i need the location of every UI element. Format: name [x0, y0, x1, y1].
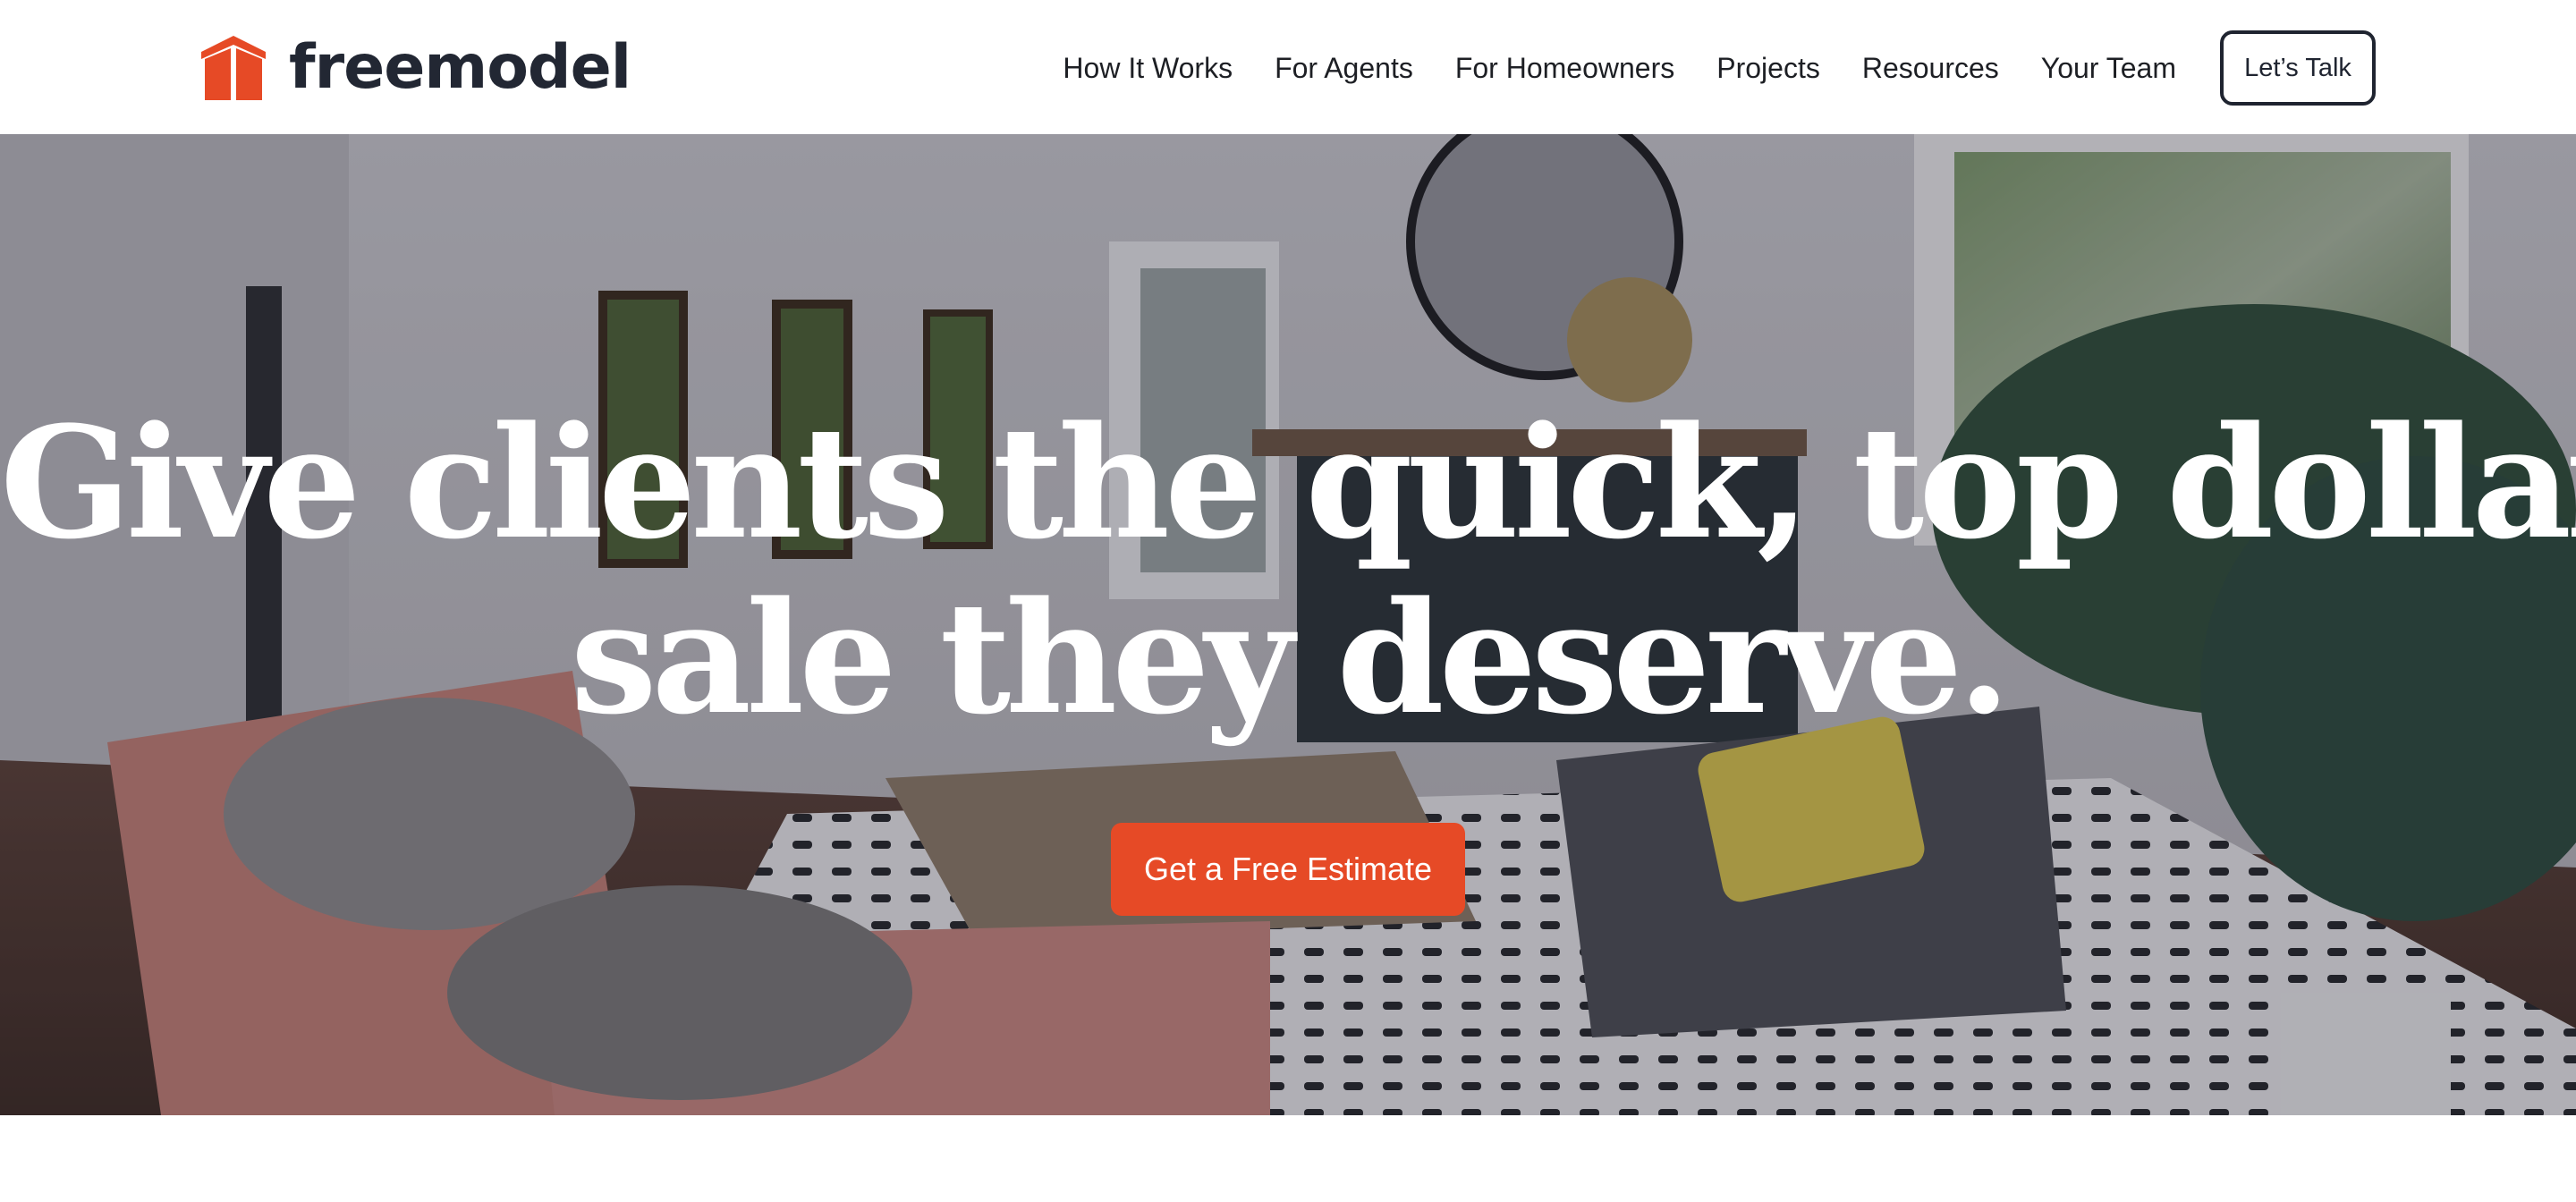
- nav-resources[interactable]: Resources: [1862, 52, 1999, 85]
- house-logo-icon: [201, 36, 266, 100]
- site-header: freemodel How It Works For Agents For Ho…: [0, 0, 2576, 134]
- lets-talk-button[interactable]: Let’s Talk: [2220, 30, 2376, 106]
- nav-how-it-works[interactable]: How It Works: [1063, 52, 1233, 85]
- nav-projects[interactable]: Projects: [1716, 52, 1820, 85]
- get-free-estimate-button[interactable]: Get a Free Estimate: [1111, 823, 1465, 916]
- nav-your-team[interactable]: Your Team: [2041, 52, 2176, 85]
- main-nav: How It Works For Agents For Homeowners P…: [1063, 27, 2376, 109]
- hero-section: Give clients the quick, top dollar sale …: [0, 134, 2576, 1115]
- hero-headline: Give clients the quick, top dollar sale …: [0, 395, 2576, 746]
- nav-for-homeowners[interactable]: For Homeowners: [1455, 52, 1674, 85]
- nav-for-agents[interactable]: For Agents: [1275, 52, 1413, 85]
- brand-logo[interactable]: freemodel: [199, 32, 631, 104]
- brand-name: freemodel: [289, 32, 631, 103]
- hero-headline-line-1: Give clients the quick, top dollar: [0, 392, 2576, 573]
- hero-headline-line-2: sale they deserve.: [570, 567, 2012, 749]
